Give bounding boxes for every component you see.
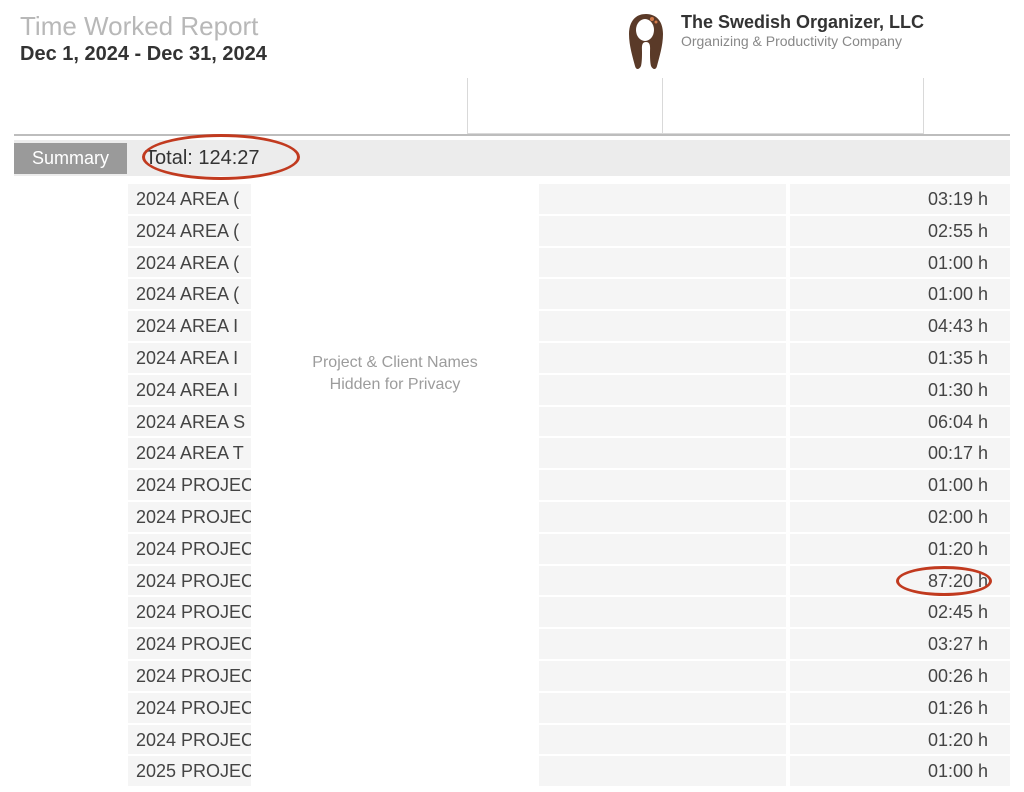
privacy-overlay: Project & Client Names Hidden for Privac… [251,182,539,790]
company-text: The Swedish Organizer, LLC Organizing & … [681,12,924,49]
privacy-line2: Hidden for Privacy [330,374,461,396]
row-mid [530,182,786,214]
row-time: 02:00 h [790,500,1010,532]
title-block: Time Worked Report Dec 1, 2024 - Dec 31,… [20,12,267,66]
tab-dividers [0,78,1024,134]
row-mid [530,341,786,373]
row-time: 01:00 h [790,277,1010,309]
row-mid [530,373,786,405]
row-mid [530,627,786,659]
row-time: 02:55 h [790,214,1010,246]
company-name: The Swedish Organizer, LLC [681,12,924,33]
row-mid [530,405,786,437]
row-mid [530,500,786,532]
row-time: 01:20 h [790,532,1010,564]
row-mid [530,659,786,691]
row-mid [530,277,786,309]
row-time: 01:00 h [790,468,1010,500]
total-value: Total: 124:27 [145,147,260,170]
row-time: 01:30 h [790,373,1010,405]
row-mid [530,691,786,723]
summary-chip: Summary [14,143,127,174]
row-time: 04:43 h [790,309,1010,341]
row-time: 02:45 h [790,595,1010,627]
row-mid [530,532,786,564]
privacy-line1: Project & Client Names [312,352,477,374]
row-time: 03:27 h [790,627,1010,659]
row-mid [530,309,786,341]
time-table: Project & Client Names Hidden for Privac… [14,182,1010,786]
company-tagline: Organizing & Productivity Company [681,33,924,49]
date-range: Dec 1, 2024 - Dec 31, 2024 [20,43,267,66]
row-mid [530,754,786,786]
row-time: 01:20 h [790,723,1010,755]
highlight-ellipse-value [896,566,992,596]
row-time: 87:20 h [790,564,1010,596]
row-mid [530,468,786,500]
header: Time Worked Report Dec 1, 2024 - Dec 31,… [0,0,1024,72]
row-mid [530,564,786,596]
row-time: 01:00 h [790,754,1010,786]
row-time: 01:35 h [790,341,1010,373]
row-mid [530,436,786,468]
company-block: The Swedish Organizer, LLC Organizing & … [621,12,1004,72]
report-title: Time Worked Report [20,12,267,41]
row-mid [530,723,786,755]
divider [14,134,1010,136]
row-time: 01:00 h [790,246,1010,278]
row-time: 06:04 h [790,405,1010,437]
company-logo-icon [621,12,671,72]
summary-bar: Summary Total: 124:27 [14,140,1010,176]
row-time: 00:26 h [790,659,1010,691]
row-time: 03:19 h [790,182,1010,214]
row-time: 00:17 h [790,436,1010,468]
row-mid [530,214,786,246]
row-mid [530,246,786,278]
row-time: 01:26 h [790,691,1010,723]
row-mid [530,595,786,627]
